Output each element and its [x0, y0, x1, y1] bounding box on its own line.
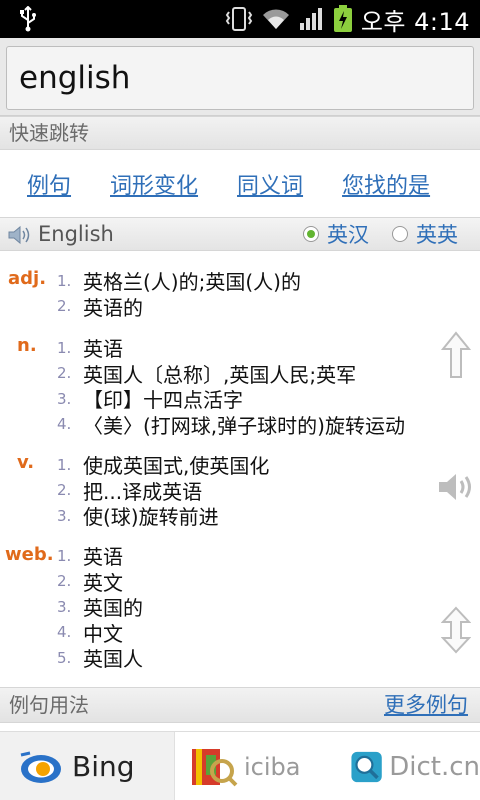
- clock: 오후 4:14: [360, 7, 470, 36]
- definition-item: 3. 使(球)旋转前进: [57, 503, 269, 529]
- definition-item: 1. 英语: [57, 543, 143, 569]
- quick-jump-header: 快速跳转: [0, 116, 480, 150]
- definition-item: 2. 英文: [57, 569, 143, 595]
- item-number: 2.: [57, 481, 72, 500]
- definition-item: 3. 【印】十四点活字: [57, 386, 405, 412]
- wifi-icon: [262, 9, 289, 29]
- definitions-panel: adj. 1. 英格兰(人)的;英国(人)的 2. 英语的 n. 1. 英语 2. 英国…: [0, 251, 480, 687]
- radio-unselected-icon[interactable]: [392, 226, 408, 242]
- definition-group: 1. 英语 2. 英国人〔总称〕,英国人民;英军 3. 【印】十四点活字 4. 〈美〉(…: [57, 335, 405, 438]
- vibrate-icon: [225, 7, 253, 31]
- status-bar: 오후 4:14: [0, 0, 480, 38]
- item-number: 1.: [57, 338, 72, 357]
- definition-text: 〈美〉(打网球,弹子球时的)旋转运动: [83, 413, 405, 438]
- word-header: English 英汉 英英: [0, 217, 480, 251]
- item-number: 1.: [57, 546, 72, 565]
- quick-links: 例句 词形变化 同义词 您找的是: [0, 150, 480, 218]
- definition-text: 使(球)旋转前进: [83, 505, 219, 530]
- definition-item: 2. 把...译成英语: [57, 478, 269, 504]
- definition-item: 4. 中文: [57, 620, 143, 646]
- definition-item: 5. 英国人: [57, 645, 143, 671]
- item-number: 1.: [57, 271, 72, 290]
- link-did-you-mean[interactable]: 您找的是: [342, 168, 430, 200]
- definition-text: 英语的: [83, 295, 143, 320]
- definition-group: 1. 英格兰(人)的;英国(人)的 2. 英语的: [57, 268, 301, 320]
- radio-selected-icon[interactable]: [303, 226, 319, 242]
- usage-title: 例句用法: [9, 693, 89, 717]
- usb-icon: [20, 6, 36, 32]
- scroll-up-icon[interactable]: [441, 331, 471, 379]
- tab-dictcn-label[interactable]: Dict.cn: [389, 752, 480, 782]
- definition-text: 英国人: [83, 647, 143, 672]
- definition-item: 1. 使成英国式,使英国化: [57, 452, 269, 478]
- speaker-volume-icon[interactable]: [437, 470, 477, 504]
- speaker-icon[interactable]: [7, 224, 33, 246]
- usage-header: 例句用法 更多例句: [0, 687, 480, 723]
- item-number: 4.: [57, 415, 72, 434]
- item-number: 2.: [57, 364, 72, 383]
- radio-en-en-label[interactable]: 英英: [416, 219, 458, 249]
- radio-en-en[interactable]: 英英: [392, 218, 458, 250]
- link-synonyms[interactable]: 同义词: [237, 168, 303, 200]
- signal-icon: [299, 8, 322, 30]
- pos-label: web.: [5, 544, 54, 565]
- item-number: 3.: [57, 389, 72, 408]
- tab-bing-label[interactable]: Bing: [72, 750, 135, 783]
- tab-bing[interactable]: Bing: [0, 732, 175, 800]
- search-bar: english: [0, 38, 480, 116]
- dictcn-magnifier-icon: [351, 751, 382, 782]
- definition-item: 2. 英语的: [57, 294, 301, 320]
- pos-label: adj.: [8, 268, 47, 289]
- item-number: 5.: [57, 648, 72, 667]
- radio-en-zh[interactable]: 英汉: [303, 218, 369, 250]
- pos-label: n.: [17, 335, 37, 356]
- item-number: 3.: [57, 506, 72, 525]
- definition-item: 3. 英国的: [57, 594, 143, 620]
- tab-dictcn[interactable]: Dict.cn: [350, 732, 480, 800]
- tab-iciba-label[interactable]: iciba: [244, 753, 300, 781]
- more-examples-link[interactable]: 更多例句: [384, 688, 468, 722]
- headword: English: [38, 222, 114, 246]
- definition-group: 1. 英语 2. 英文 3. 英国的 4. 中文 5. 英国人: [57, 543, 143, 671]
- item-number: 2.: [57, 572, 72, 591]
- battery-charging-icon: [333, 5, 352, 32]
- link-word-forms[interactable]: 词形变化: [110, 168, 198, 200]
- item-number: 2.: [57, 297, 72, 316]
- expand-vertical-icon[interactable]: [441, 606, 471, 654]
- tab-iciba[interactable]: iciba: [186, 732, 336, 800]
- item-number: 1.: [57, 455, 72, 474]
- definition-item: 2. 英国人〔总称〕,英国人民;英军: [57, 361, 405, 387]
- bing-logo-icon: [20, 751, 61, 783]
- definition-item: 1. 英语: [57, 335, 405, 361]
- definition-item: 1. 英格兰(人)的;英国(人)的: [57, 268, 301, 294]
- item-number: 4.: [57, 623, 72, 642]
- definition-group: 1. 使成英国式,使英国化 2. 把...译成英语 3. 使(球)旋转前进: [57, 452, 269, 529]
- definition-item: 4. 〈美〉(打网球,弹子球时的)旋转运动: [57, 412, 405, 438]
- iciba-book-icon: [192, 748, 238, 786]
- search-input[interactable]: english: [6, 46, 474, 110]
- item-number: 3.: [57, 597, 72, 616]
- radio-en-zh-label[interactable]: 英汉: [327, 219, 369, 249]
- link-examples[interactable]: 例句: [27, 168, 71, 200]
- pos-label: v.: [17, 452, 35, 473]
- dictionary-tab-bar: Bing iciba Dict.cn: [0, 731, 480, 800]
